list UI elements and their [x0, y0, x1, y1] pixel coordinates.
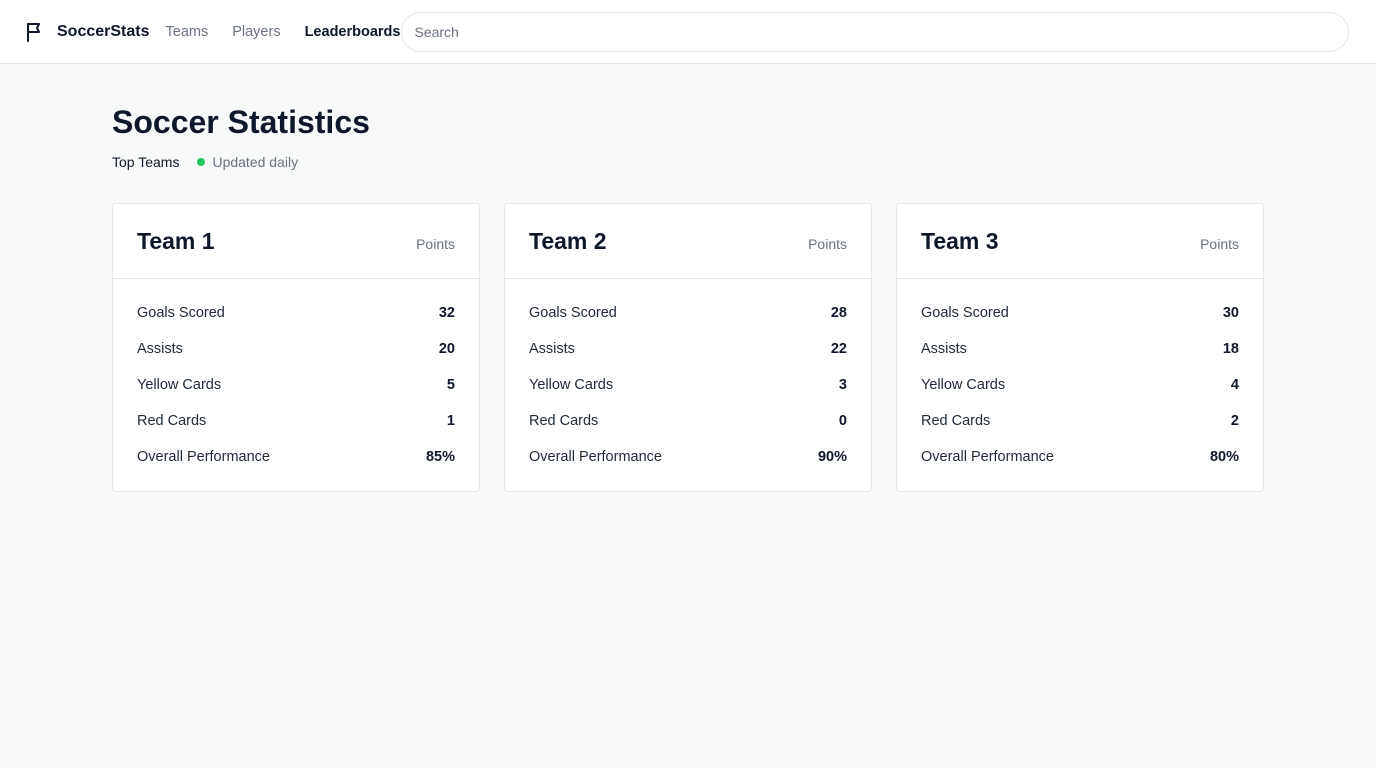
- team-name: Team 1: [137, 227, 215, 254]
- stat-label: Yellow Cards: [921, 377, 1006, 393]
- stat-value: 32: [438, 305, 455, 321]
- stat-label: Goals Scored: [529, 305, 617, 321]
- page-subtitle: Top Teams Updated daily: [112, 154, 1264, 170]
- nav-teams[interactable]: Teams: [166, 24, 209, 40]
- team-name: Team 2: [529, 227, 607, 254]
- stat-label: Red Cards: [529, 413, 599, 429]
- stat-row: Yellow Cards 3: [529, 367, 847, 403]
- stats-list: Goals Scored 30 Assists 18 Yellow Cards …: [897, 279, 1263, 475]
- stat-label: Assists: [921, 341, 967, 357]
- stat-row: Red Cards 2: [921, 403, 1239, 439]
- brand-logo[interactable]: SoccerStats: [24, 20, 150, 44]
- team-name: Team 3: [921, 227, 999, 254]
- stat-value: 80%: [1209, 449, 1239, 465]
- stat-label: Assists: [529, 341, 575, 357]
- update-status: Updated daily: [212, 154, 299, 170]
- stat-label: Overall Performance: [921, 449, 1054, 465]
- search-input[interactable]: [401, 11, 1350, 52]
- nav-leaderboards[interactable]: Leaderboards: [305, 24, 401, 40]
- stat-row: Overall Performance 80%: [921, 439, 1239, 475]
- stat-label: Red Cards: [137, 413, 207, 429]
- stat-value: 3: [838, 377, 847, 393]
- stat-row: Overall Performance 90%: [529, 439, 847, 475]
- main-nav: Teams Players Leaderboards: [166, 24, 401, 40]
- stat-value: 28: [830, 305, 847, 321]
- stat-value: 1: [446, 413, 455, 429]
- stat-value: 30: [1222, 305, 1239, 321]
- team-card: Team 3 Points Goals Scored 30 Assists 18…: [896, 203, 1264, 492]
- stat-row: Goals Scored 28: [529, 295, 847, 331]
- stat-value: 2: [1230, 413, 1239, 429]
- points-label: Points: [808, 236, 847, 252]
- stat-value: 0: [838, 413, 847, 429]
- stat-label: Yellow Cards: [137, 377, 222, 393]
- stat-value: 5: [446, 377, 455, 393]
- team-card: Team 1 Points Goals Scored 32 Assists 20…: [112, 203, 480, 492]
- card-header: Team 3 Points: [897, 204, 1263, 279]
- stat-row: Assists 20: [137, 331, 455, 367]
- stat-label: Overall Performance: [529, 449, 662, 465]
- stat-label: Yellow Cards: [529, 377, 614, 393]
- stat-row: Overall Performance 85%: [137, 439, 455, 475]
- stat-value: 22: [830, 341, 847, 357]
- status-dot: [197, 158, 206, 166]
- main-content: Soccer Statistics Top Teams Updated dail…: [112, 104, 1264, 492]
- stat-value: 90%: [817, 449, 847, 465]
- flag-icon: [24, 20, 48, 44]
- stat-row: Yellow Cards 4: [921, 367, 1239, 403]
- team-card: Team 2 Points Goals Scored 28 Assists 22…: [504, 203, 872, 492]
- stat-value: 20: [438, 341, 455, 357]
- team-cards: Team 1 Points Goals Scored 32 Assists 20…: [112, 203, 1264, 492]
- card-header: Team 1 Points: [113, 204, 479, 279]
- stat-label: Goals Scored: [921, 305, 1009, 321]
- stat-row: Assists 18: [921, 331, 1239, 367]
- stat-label: Red Cards: [921, 413, 991, 429]
- brand-name: SoccerStats: [57, 22, 150, 40]
- stat-label: Goals Scored: [137, 305, 225, 321]
- stats-list: Goals Scored 32 Assists 20 Yellow Cards …: [113, 279, 479, 475]
- stat-label: Assists: [137, 341, 183, 357]
- page-title: Soccer Statistics: [112, 104, 370, 140]
- points-label: Points: [416, 236, 455, 252]
- top-navigation-bar: SoccerStats Teams Players Leaderboards: [0, 0, 1376, 64]
- stat-row: Red Cards 0: [529, 403, 847, 439]
- section-label: Top Teams: [112, 154, 180, 170]
- stat-value: 85%: [425, 449, 455, 465]
- stat-row: Yellow Cards 5: [137, 367, 455, 403]
- stat-row: Assists 22: [529, 331, 847, 367]
- stat-row: Goals Scored 30: [921, 295, 1239, 331]
- stat-value: 4: [1230, 377, 1239, 393]
- stat-label: Overall Performance: [137, 449, 270, 465]
- stats-list: Goals Scored 28 Assists 22 Yellow Cards …: [505, 279, 871, 475]
- nav-players[interactable]: Players: [232, 24, 280, 40]
- points-label: Points: [1200, 236, 1239, 252]
- stat-value: 18: [1222, 341, 1239, 357]
- card-header: Team 2 Points: [505, 204, 871, 279]
- stat-row: Goals Scored 32: [137, 295, 455, 331]
- stat-row: Red Cards 1: [137, 403, 455, 439]
